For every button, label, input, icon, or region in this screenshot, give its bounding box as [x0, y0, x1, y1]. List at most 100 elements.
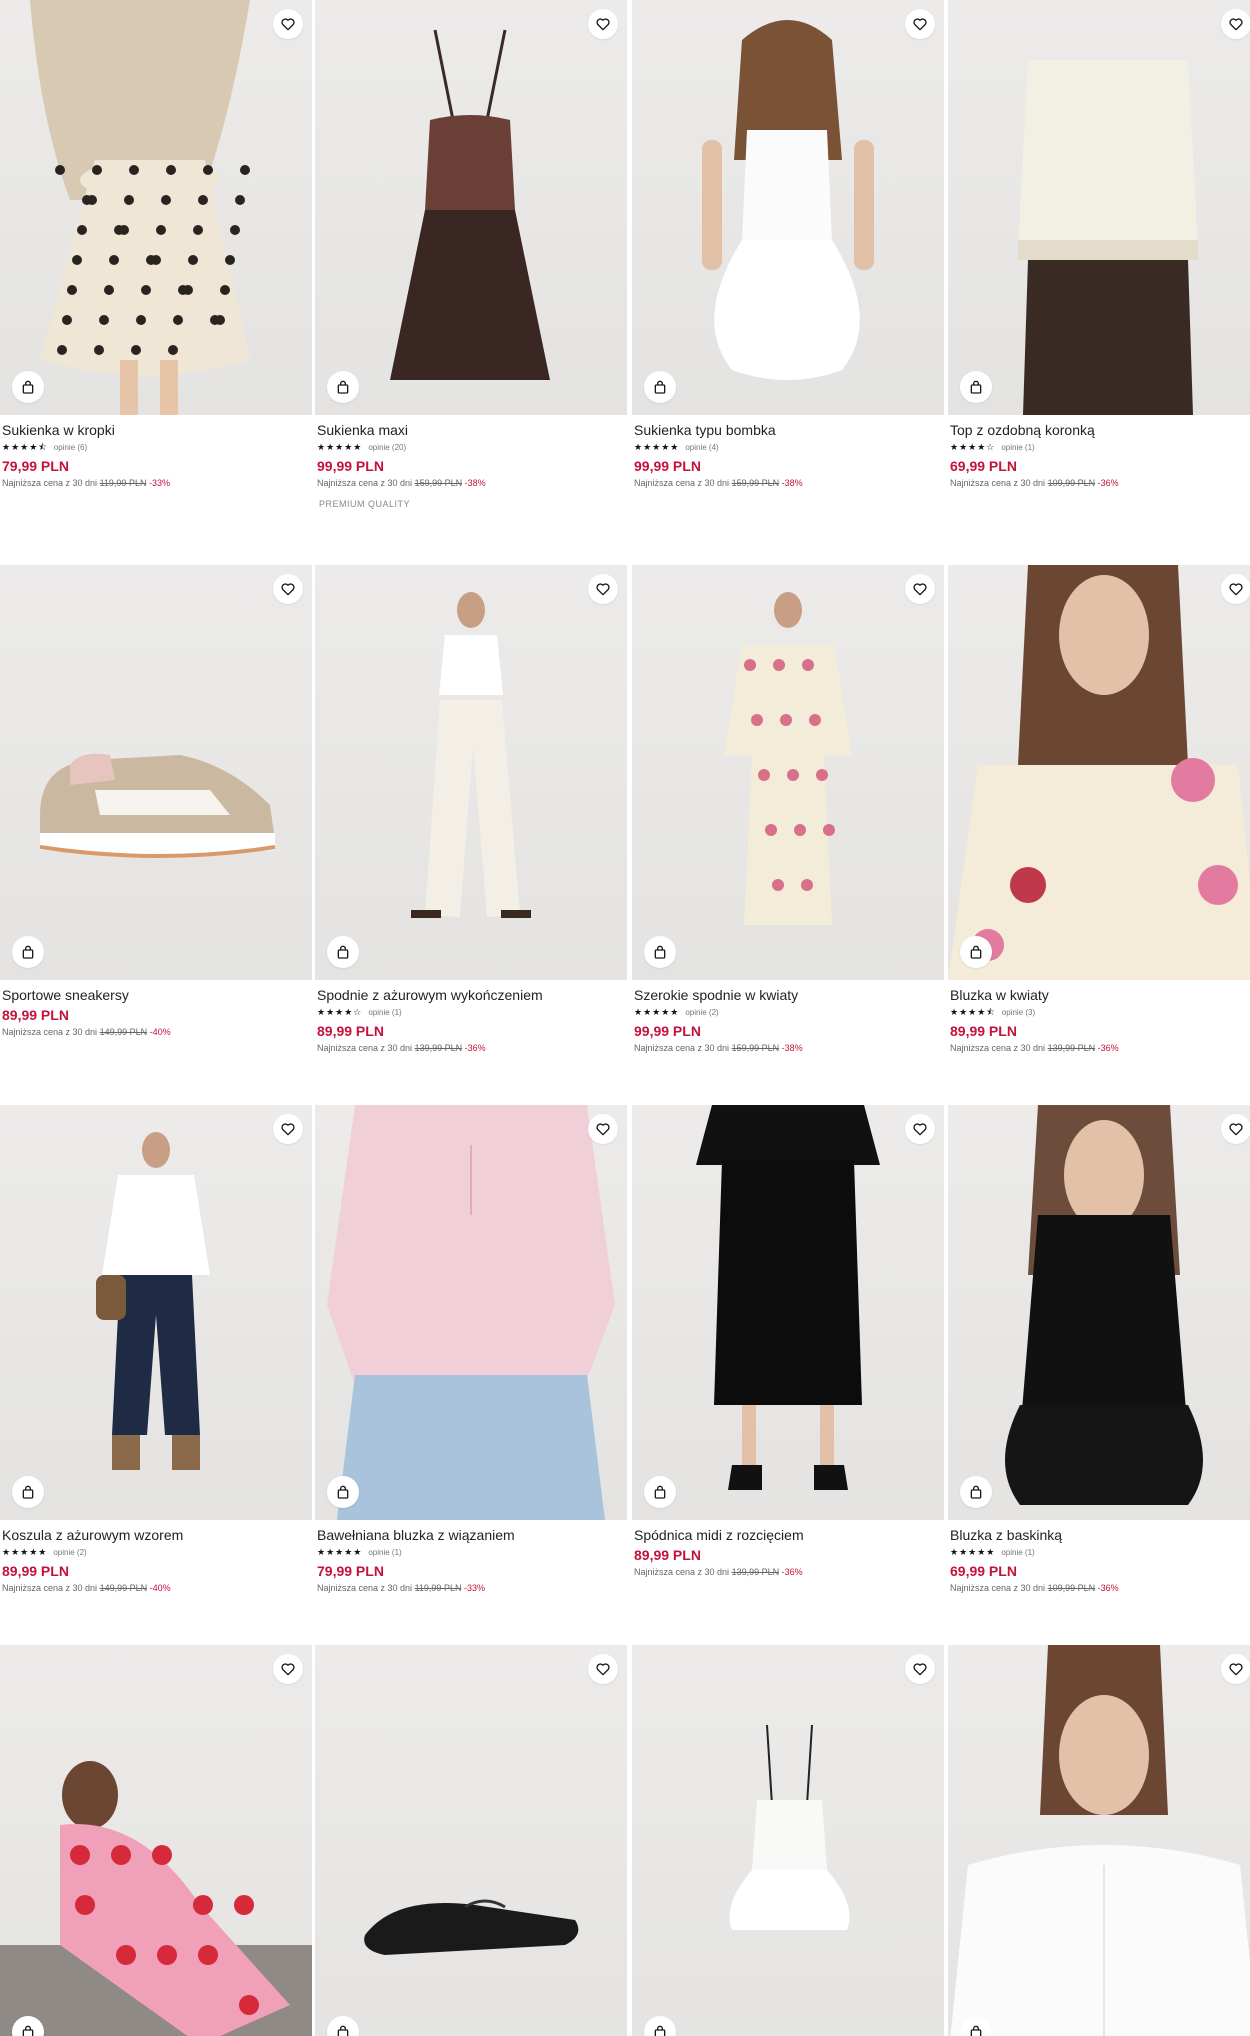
product-rating[interactable]: ★★★★★ opinie (1)	[950, 1545, 1250, 1560]
product-image[interactable]	[315, 1105, 627, 1520]
product-card[interactable]: Sukienka w kropki ★★★★⯪ opinie (6) 79,99…	[0, 0, 312, 491]
product-card[interactable]	[0, 1645, 312, 2036]
product-card[interactable]	[315, 1645, 627, 2036]
product-name[interactable]: Spódnica midi z rozcięciem	[634, 1526, 942, 1544]
shopping-bag-icon[interactable]	[327, 371, 359, 403]
product-image[interactable]	[315, 1645, 627, 2036]
product-card[interactable]: Sukienka maxi ★★★★★ opinie (20) 99,99 PL…	[315, 0, 627, 509]
product-name[interactable]: Sportowe sneakersy	[2, 986, 310, 1004]
product-name[interactable]: Koszula z ażurowym wzorem	[2, 1526, 310, 1544]
heart-icon[interactable]	[1221, 1654, 1250, 1684]
lowest-price-label: Najniższa cena z 30 dni	[2, 1027, 98, 1037]
product-image[interactable]	[0, 0, 312, 415]
heart-icon[interactable]	[273, 9, 303, 39]
product-name[interactable]: Bluzka w kwiaty	[950, 986, 1250, 1004]
product-image[interactable]	[948, 1645, 1250, 2036]
product-grid: Sukienka w kropki ★★★★⯪ opinie (6) 79,99…	[0, 0, 1250, 2036]
product-image[interactable]	[315, 565, 627, 980]
product-rating[interactable]: ★★★★⯪ opinie (6)	[2, 440, 310, 455]
product-image[interactable]	[632, 1105, 944, 1520]
heart-icon[interactable]	[588, 1654, 618, 1684]
lowest-price-note: Najniższa cena z 30 dni 119,99 PLN -33%	[2, 476, 310, 491]
product-name[interactable]: Spodnie z ażurowym wykończeniem	[317, 986, 625, 1004]
product-image[interactable]	[948, 0, 1250, 415]
product-name[interactable]: Sukienka typu bombka	[634, 421, 942, 439]
product-card[interactable]: Spodnie z ażurowym wykończeniem ★★★★☆ op…	[315, 565, 627, 1056]
product-name[interactable]: Szerokie spodnie w kwiaty	[634, 986, 942, 1004]
heart-icon[interactable]	[905, 1114, 935, 1144]
lowest-price-label: Najniższa cena z 30 dni	[950, 1583, 1046, 1593]
product-photo	[950, 1645, 1250, 2036]
heart-icon[interactable]	[1221, 1114, 1250, 1144]
product-image[interactable]	[632, 565, 944, 980]
product-image[interactable]	[0, 1645, 312, 2036]
product-name[interactable]: Sukienka w kropki	[2, 421, 310, 439]
shopping-bag-icon[interactable]	[12, 1476, 44, 1508]
shopping-bag-icon[interactable]	[327, 936, 359, 968]
product-card[interactable]: Bawełniana bluzka z wiązaniem ★★★★★ opin…	[315, 1105, 627, 1596]
shopping-bag-icon[interactable]	[12, 936, 44, 968]
heart-icon[interactable]	[588, 574, 618, 604]
product-rating[interactable]: ★★★★⯪ opinie (3)	[950, 1005, 1250, 1020]
product-info: Spódnica midi z rozcięciem 89,99 PLN Najn…	[632, 1520, 944, 1580]
discount-percent: -36%	[1097, 1043, 1119, 1053]
product-rating[interactable]: ★★★★★ opinie (2)	[634, 1005, 942, 1020]
product-image[interactable]	[632, 1645, 944, 2036]
shopping-bag-icon[interactable]	[644, 1476, 676, 1508]
product-card[interactable]: Bluzka w kwiaty ★★★★⯪ opinie (3) 89,99 P…	[948, 565, 1250, 1056]
heart-icon[interactable]	[588, 1114, 618, 1144]
product-image[interactable]	[315, 0, 627, 415]
product-card[interactable]: Spódnica midi z rozcięciem 89,99 PLN Najn…	[632, 1105, 944, 1580]
product-card[interactable]	[948, 1645, 1250, 2036]
old-price: 119,99 PLN	[99, 478, 147, 488]
heart-icon[interactable]	[1221, 9, 1250, 39]
heart-icon[interactable]	[588, 9, 618, 39]
product-name[interactable]: Sukienka maxi	[317, 421, 625, 439]
product-price: 89,99 PLN	[2, 1007, 69, 1023]
shopping-bag-icon[interactable]	[327, 1476, 359, 1508]
product-rating[interactable]: ★★★★★ opinie (4)	[634, 440, 942, 455]
product-name[interactable]: Bluzka z baskinką	[950, 1526, 1250, 1544]
shopping-bag-icon[interactable]	[644, 371, 676, 403]
product-image[interactable]	[948, 1105, 1250, 1520]
shopping-bag-icon[interactable]	[960, 1476, 992, 1508]
heart-icon[interactable]	[905, 9, 935, 39]
old-price: 159,99 PLN	[731, 478, 780, 488]
lowest-price-label: Najniższa cena z 30 dni	[317, 478, 413, 488]
shopping-bag-icon[interactable]	[960, 371, 992, 403]
shopping-bag-icon[interactable]	[960, 936, 992, 968]
heart-icon[interactable]	[273, 1114, 303, 1144]
product-rating[interactable]: ★★★★★ opinie (1)	[317, 1545, 625, 1560]
product-price: 99,99 PLN	[634, 458, 701, 474]
product-image[interactable]	[0, 1105, 312, 1520]
review-count: opinie (20)	[368, 443, 407, 452]
product-photo	[948, 565, 1250, 980]
product-image[interactable]	[632, 0, 944, 415]
product-price: 89,99 PLN	[634, 1547, 701, 1563]
product-price: 99,99 PLN	[317, 458, 384, 474]
heart-icon[interactable]	[273, 1654, 303, 1684]
product-card[interactable]: Sportowe sneakersy 89,99 PLN Najniższa ce…	[0, 565, 312, 1040]
product-image[interactable]	[948, 565, 1250, 980]
product-card[interactable]	[632, 1645, 944, 2036]
shopping-bag-icon[interactable]	[644, 936, 676, 968]
product-name[interactable]: Top z ozdobną koronką	[950, 421, 1250, 439]
heart-icon[interactable]	[905, 1654, 935, 1684]
product-card[interactable]: Bluzka z baskinką ★★★★★ opinie (1) 69,99…	[948, 1105, 1250, 1596]
product-rating[interactable]: ★★★★☆ opinie (1)	[950, 440, 1250, 455]
product-rating[interactable]: ★★★★☆ opinie (1)	[317, 1005, 625, 1020]
heart-icon[interactable]	[905, 574, 935, 604]
product-card[interactable]: Sukienka typu bombka ★★★★★ opinie (4) 99…	[632, 0, 944, 491]
product-card[interactable]: Top z ozdobną koronką ★★★★☆ opinie (1) 6…	[948, 0, 1250, 491]
shopping-bag-icon[interactable]	[12, 371, 44, 403]
heart-icon[interactable]	[273, 574, 303, 604]
lowest-price-note: Najniższa cena z 30 dni 159,99 PLN -38%	[317, 476, 625, 491]
heart-icon[interactable]	[1221, 574, 1250, 604]
product-card[interactable]: Koszula z ażurowym wzorem ★★★★★ opinie (…	[0, 1105, 312, 1596]
product-rating[interactable]: ★★★★★ opinie (2)	[2, 1545, 310, 1560]
lowest-price-label: Najniższa cena z 30 dni	[2, 1583, 98, 1593]
product-name[interactable]: Bawełniana bluzka z wiązaniem	[317, 1526, 625, 1544]
product-rating[interactable]: ★★★★★ opinie (20)	[317, 440, 625, 455]
product-image[interactable]	[0, 565, 312, 980]
product-card[interactable]: Szerokie spodnie w kwiaty ★★★★★ opinie (…	[632, 565, 944, 1056]
